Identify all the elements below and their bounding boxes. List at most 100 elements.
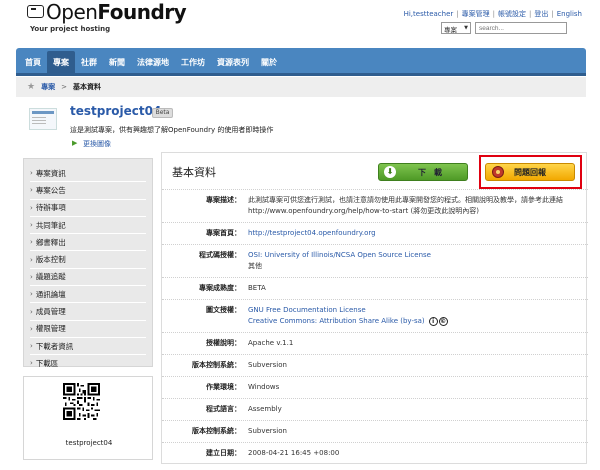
chevron-right-icon: › — [30, 307, 33, 316]
project-title[interactable]: testproject04 — [70, 104, 161, 118]
chevron-right-icon: › — [30, 186, 33, 195]
account-settings-link[interactable]: 帳號設定 — [498, 10, 526, 18]
info-key: 專案描述： — [206, 196, 241, 204]
info-link[interactable]: OSI: University of Illinois/NCSA Open So… — [248, 250, 582, 261]
info-key: 程式語言： — [206, 405, 241, 413]
nav-item[interactable]: 關於 — [255, 51, 283, 73]
chevron-right-icon: › — [30, 359, 33, 368]
info-row: 程式碼授權： OSI: University of Illinois/NCSA O… — [162, 244, 588, 277]
search-scope-select[interactable]: 專案 — [441, 22, 471, 34]
nav-item[interactable]: 社群 — [75, 51, 103, 73]
sidebar-item[interactable]: › 版本控制 — [30, 251, 146, 269]
nav-item[interactable]: 首頁 — [19, 51, 47, 73]
sidebar-item-label: 議題追蹤 — [35, 272, 66, 282]
logout-link[interactable]: 登出 — [534, 10, 548, 18]
cc-license-icons: i © — [428, 316, 448, 327]
report-issue-button[interactable]: 問題回報 — [485, 163, 575, 181]
star-icon[interactable]: ★ — [27, 82, 35, 92]
info-value: Subversion — [248, 426, 588, 437]
nav-item[interactable]: 專案 — [47, 51, 75, 73]
sidebar-item[interactable]: › 權限管理 — [30, 321, 146, 338]
sidebar-item[interactable]: › 共同筆記 — [30, 217, 146, 235]
chevron-right-icon: › — [30, 324, 33, 333]
english-link[interactable]: English — [557, 10, 582, 18]
info-value-text: 此測試專案可供您進行測試，也請注意請勿使用此專案開發您的程式。相關說明及教學，請… — [248, 196, 563, 215]
project-admin-link[interactable]: 專案管理 — [462, 10, 490, 18]
beta-badge: Beta — [152, 108, 173, 118]
openfoundry-logo[interactable]: OpenFoundry Your project hosting — [27, 0, 187, 36]
chevron-right-icon: › — [30, 342, 33, 351]
sidebar-item[interactable]: › 議題追蹤 — [30, 269, 146, 287]
breadcrumb-link[interactable]: 專案 — [41, 82, 55, 92]
sidebar-item[interactable]: › 鄉書釋出 — [30, 234, 146, 252]
info-row: 授權說明： Apache v.1.1 — [162, 332, 588, 354]
info-row: 專案首頁： http://testproject04.openfoundry.or… — [162, 222, 588, 244]
info-row: 程式語言： Assembly — [162, 398, 588, 420]
nav-item[interactable]: 工作坊 — [175, 51, 211, 73]
info-link[interactable]: http://testproject04.openfoundry.org — [248, 228, 582, 239]
breadcrumb: ★ 專案 > 基本資料 — [16, 77, 586, 97]
sidebar-item-label: 專案資訊 — [35, 168, 66, 178]
main-nav: 首頁 專案 社群 新聞 法律源地 工作坊 資源表列 關於 — [16, 48, 586, 73]
info-key: 建立日期： — [206, 449, 241, 457]
change-image-link[interactable]: 更換圖像 — [83, 139, 111, 149]
chevron-right-icon: › — [30, 203, 33, 212]
info-key: 作業環境： — [206, 383, 241, 391]
arrow-right-icon: ▶ — [72, 139, 78, 147]
info-key: 專案首頁： — [206, 229, 241, 237]
tagline: Your project hosting — [30, 25, 111, 33]
info-link[interactable]: GNU Free Documentation License — [248, 305, 582, 316]
sidebar-item-label: 成員管理 — [35, 307, 66, 317]
sidebar-item-label: 下載區 — [35, 358, 59, 368]
sidebar-item-label: 專案公告 — [35, 185, 66, 195]
main-panel: 基本資料 ⬇ 下載 問題回報 專案描述： 此測試專案可供您進行測試，也請注意請勿使… — [161, 152, 588, 464]
sidebar-item-label: 下載者資訊 — [35, 341, 74, 351]
info-key: 授權說明： — [206, 339, 241, 347]
info-value-text: OSI: University of Illinois/NCSA Open So… — [248, 251, 431, 259]
search-bar: 專案 — [441, 22, 567, 34]
info-link[interactable]: Creative Commons: Attribution Share Alik… — [248, 316, 582, 327]
info-value: http://testproject04.openfoundry.org — [248, 228, 588, 239]
nav-item[interactable]: 法律源地 — [131, 51, 175, 73]
sidebar-item[interactable]: › 成員管理 — [30, 303, 146, 321]
download-button[interactable]: ⬇ 下載 — [378, 163, 468, 181]
info-row: 建立日期： 2008-04-21 16:45 +08:00 — [162, 442, 588, 464]
info-value-text: GNU Free Documentation License — [248, 306, 366, 314]
info-value: Apache v.1.1 — [248, 338, 588, 349]
chevron-right-icon: › — [30, 290, 33, 299]
info-key: 專案成熟度： — [199, 284, 241, 292]
info-value: 此測試專案可供您進行測試，也請注意請勿使用此專案開發您的程式。相關說明及教學，請… — [248, 195, 588, 217]
attribution-icon: i — [428, 316, 438, 326]
info-key: 版本控制系統： — [192, 361, 241, 369]
sidebar-item[interactable]: › 下載者資訊 — [30, 338, 146, 356]
info-key: 圖文授權： — [206, 306, 241, 314]
sidebar-item[interactable]: › 待辦事項 — [30, 200, 146, 217]
qr-panel: testproject04 — [23, 376, 153, 460]
search-input[interactable] — [475, 22, 567, 34]
info-value: Subversion — [248, 360, 588, 371]
sidebar-item-label: 鄉書釋出 — [35, 237, 66, 247]
sidebar-item[interactable]: › 專案公告 — [30, 182, 146, 200]
user-greeting-link[interactable]: Hi,testteacher — [404, 10, 454, 18]
chevron-right-icon: › — [30, 272, 33, 281]
nav-item[interactable]: 新聞 — [103, 51, 131, 73]
section-title: 基本資料 — [172, 166, 216, 179]
info-value: Assembly — [248, 404, 588, 415]
bug-icon — [492, 166, 504, 178]
info-key: 版本控制系統： — [192, 427, 241, 435]
sidebar-item-label: 版本控制 — [35, 255, 66, 265]
sidebar-item-label: 通訊論壇 — [35, 289, 66, 299]
sidebar-item-label: 權限管理 — [35, 324, 66, 334]
breadcrumb-current: 基本資料 — [72, 83, 101, 91]
info-value: GNU Free Documentation License Creative C… — [248, 305, 588, 327]
nav-item[interactable]: 資源表列 — [211, 51, 255, 73]
info-row: 專案描述： 此測試專案可供您進行測試，也請注意請勿使用此專案開發您的程式。相關說明… — [162, 189, 588, 222]
sidebar-item[interactable]: › 專案資訊 — [30, 165, 146, 183]
share-alike-icon: © — [438, 316, 448, 326]
sidebar-item[interactable]: › 通訊論壇 — [30, 286, 146, 304]
info-row: 作業環境： Windows — [162, 376, 588, 398]
info-value: OSI: University of Illinois/NCSA Open So… — [248, 250, 588, 272]
sidebar-item[interactable]: › 下載區 — [30, 355, 146, 373]
sidebar-item-label: 共同筆記 — [35, 220, 66, 230]
download-label: 下載 — [418, 167, 450, 177]
